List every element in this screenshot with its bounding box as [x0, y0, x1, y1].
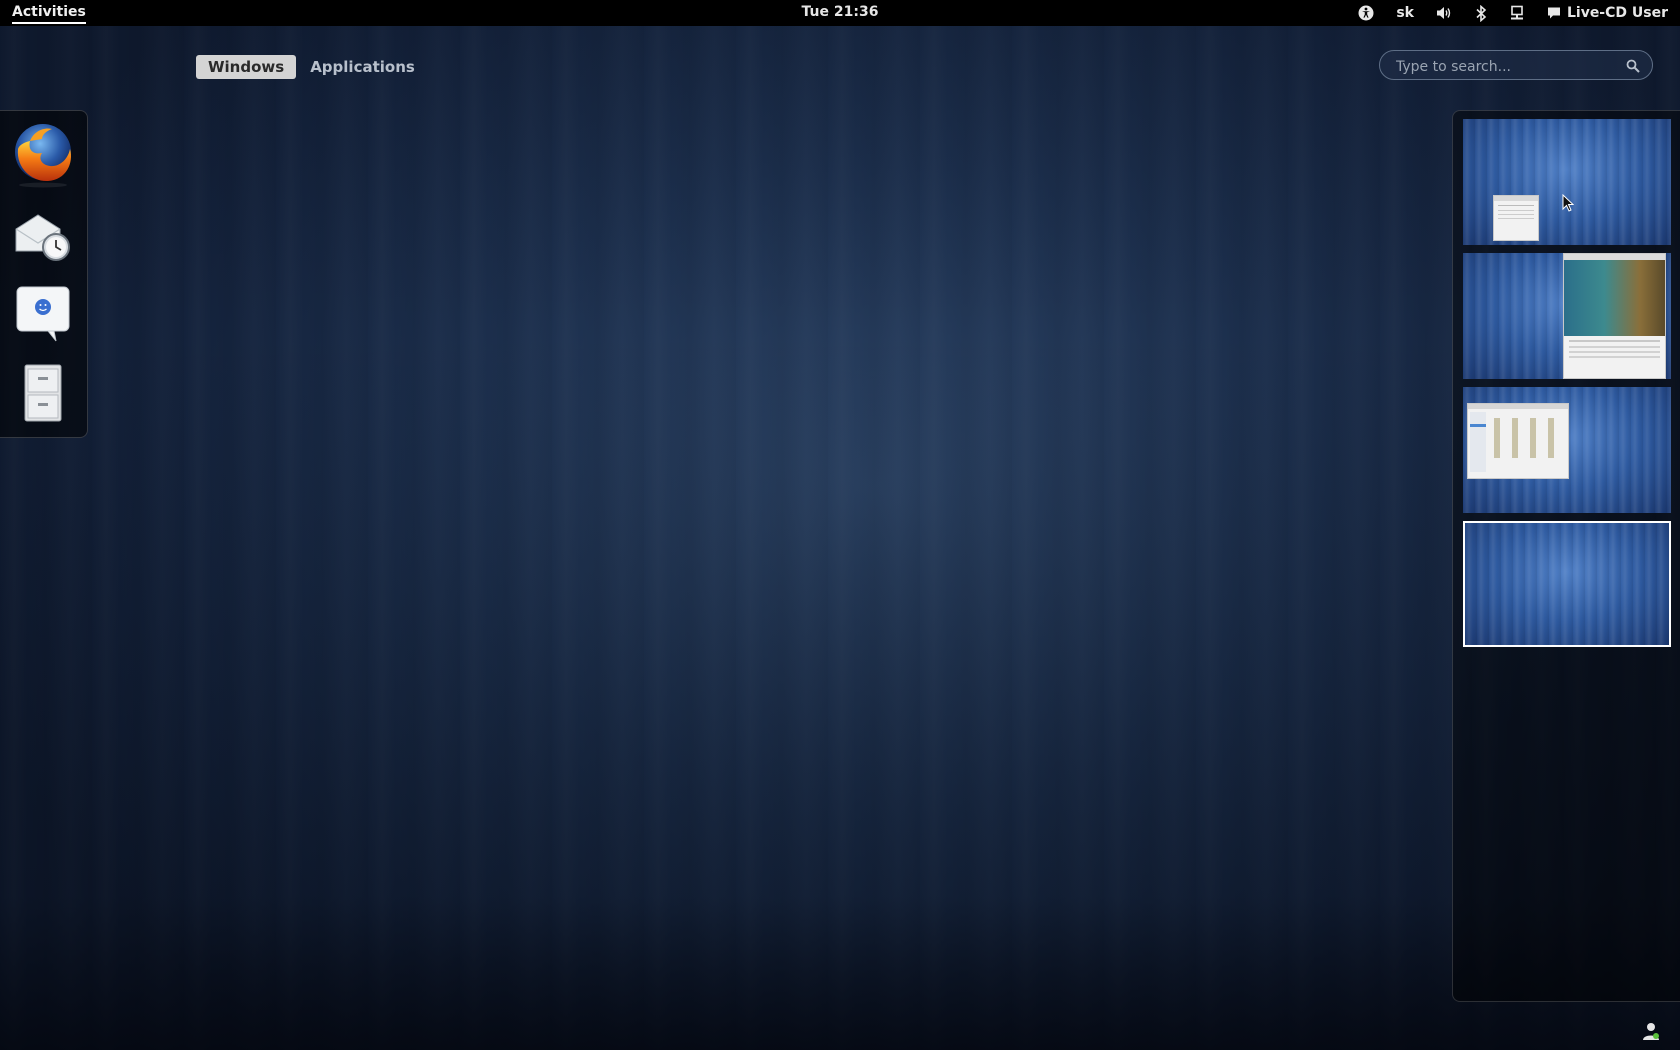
- empathy-chat-icon[interactable]: [8, 279, 78, 349]
- mouse-pointer-icon: [1562, 193, 1575, 216]
- workspace-thumbnail[interactable]: [1463, 253, 1671, 379]
- network-icon[interactable]: [1509, 0, 1525, 26]
- tray-person-icon[interactable]: [1640, 1020, 1662, 1046]
- file-cabinet-icon[interactable]: [8, 359, 78, 429]
- keyboard-layout-indicator[interactable]: sk: [1396, 0, 1414, 26]
- user-menu[interactable]: Live-CD User: [1547, 0, 1668, 26]
- chat-icon: [1547, 6, 1561, 20]
- workspace-thumbnail[interactable]: [1463, 387, 1671, 513]
- tab-applications[interactable]: Applications: [298, 55, 427, 79]
- workspace-switcher: [1452, 110, 1680, 1002]
- tab-windows[interactable]: Windows: [196, 55, 297, 79]
- clock[interactable]: Tue 21:36: [802, 4, 879, 20]
- top-bar: Activities Tue 21:36 sk Live-CD User: [0, 0, 1680, 26]
- search-input[interactable]: [1394, 56, 1618, 78]
- bluetooth-icon[interactable]: [1475, 0, 1487, 26]
- desktop-background: [0, 26, 1680, 1050]
- view-selector: Windows Applications: [196, 55, 429, 79]
- file-manager-window-thumbnail[interactable]: [1467, 403, 1569, 479]
- search-box: [1379, 50, 1653, 80]
- evolution-mail-icon[interactable]: [8, 199, 78, 269]
- firefox-window-thumbnail[interactable]: [1563, 253, 1666, 379]
- window-thumbnail[interactable]: [1493, 195, 1539, 241]
- workspace-thumbnail-active[interactable]: [1463, 521, 1671, 647]
- volume-icon[interactable]: [1436, 0, 1453, 26]
- firefox-icon[interactable]: [8, 119, 78, 189]
- search-icon: [1626, 58, 1640, 77]
- workspace-thumbnail[interactable]: [1463, 119, 1671, 245]
- user-name: Live-CD User: [1566, 5, 1668, 21]
- status-area: sk Live-CD User: [1336, 0, 1668, 26]
- dash: [0, 110, 88, 438]
- activities-button[interactable]: Activities: [12, 4, 86, 24]
- accessibility-icon[interactable]: [1358, 0, 1374, 26]
